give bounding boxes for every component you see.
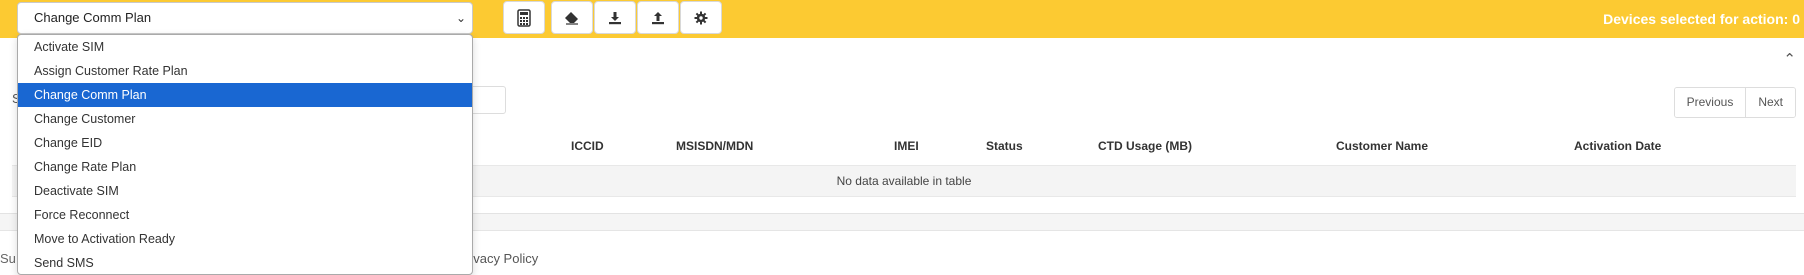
calculator-icon — [517, 8, 531, 27]
menu-item-send-sms[interactable]: Send SMS — [18, 251, 472, 274]
settings-button[interactable] — [680, 1, 722, 34]
calculator-button[interactable] — [503, 1, 545, 34]
menu-item-change-rate-plan[interactable]: Change Rate Plan — [18, 155, 472, 179]
column-header-msisdn[interactable]: MSISDN/MDN — [676, 139, 753, 153]
menu-item-assign-customer-rate-plan[interactable]: Assign Customer Rate Plan — [18, 59, 472, 83]
menu-item-change-customer[interactable]: Change Customer — [18, 107, 472, 131]
eraser-icon — [564, 11, 580, 25]
menu-item-deactivate-sim[interactable]: Deactivate SIM — [18, 179, 472, 203]
gear-icon — [694, 11, 708, 25]
action-select[interactable]: Change Comm Plan ⌄ — [17, 2, 473, 34]
menu-item-activate-sim[interactable]: Activate SIM — [18, 35, 472, 59]
upload-button[interactable] — [637, 1, 679, 34]
chevron-down-icon: ⌄ — [455, 11, 466, 25]
menu-item-change-comm-plan[interactable]: Change Comm Plan — [18, 83, 472, 107]
chevron-up-icon[interactable]: ⌃ — [1783, 50, 1796, 68]
column-header-imei[interactable]: IMEI — [894, 139, 919, 153]
download-icon — [608, 11, 622, 25]
footer-text: Su — [0, 251, 16, 266]
column-header-activation-date[interactable]: Activation Date — [1574, 139, 1661, 153]
menu-item-move-to-activation-ready[interactable]: Move to Activation Ready — [18, 227, 472, 251]
column-header-status[interactable]: Status — [986, 139, 1023, 153]
previous-button[interactable]: Previous — [1674, 88, 1746, 117]
action-select-value: Change Comm Plan — [34, 10, 152, 25]
column-header-customer-name[interactable]: Customer Name — [1336, 139, 1428, 153]
privacy-policy-link[interactable]: rivacy Policy — [466, 251, 538, 266]
download-button[interactable] — [594, 1, 636, 34]
column-header-iccid[interactable]: ICCID — [571, 139, 604, 153]
next-button[interactable]: Next — [1745, 88, 1795, 117]
clear-button[interactable] — [551, 1, 593, 34]
column-header-ctd-usage[interactable]: CTD Usage (MB) — [1098, 139, 1192, 153]
action-toolbar: Change Comm Plan ⌄ Devices selected for … — [0, 0, 1804, 38]
menu-item-force-reconnect[interactable]: Force Reconnect — [18, 203, 472, 227]
upload-icon — [651, 11, 665, 25]
action-dropdown-menu: Activate SIM Assign Customer Rate Plan C… — [17, 34, 473, 275]
devices-selected-count: Devices selected for action: 0 — [1603, 11, 1800, 27]
menu-item-change-eid[interactable]: Change EID — [18, 131, 472, 155]
pagination: Previous Next — [1673, 87, 1796, 118]
